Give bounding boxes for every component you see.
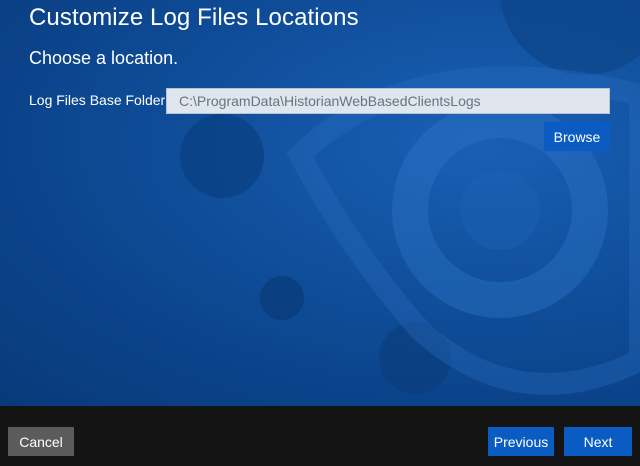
bg-eye-pupil — [460, 170, 540, 250]
log-base-folder-label: Log Files Base Folder: — [29, 92, 170, 108]
installer-window: Customize Log Files Locations Choose a l… — [0, 0, 640, 466]
content-panel: Customize Log Files Locations Choose a l… — [0, 0, 640, 406]
page-title: Customize Log Files Locations — [29, 4, 359, 31]
bg-circle-small — [260, 276, 304, 320]
next-button[interactable]: Next — [564, 427, 632, 456]
footer-bar: Cancel Previous Next — [0, 406, 640, 466]
bg-circle-mid — [180, 114, 264, 198]
log-base-folder-input[interactable] — [166, 88, 610, 114]
cancel-button[interactable]: Cancel — [8, 427, 74, 456]
previous-button[interactable]: Previous — [488, 427, 554, 456]
bg-circle-top-right — [500, 0, 640, 75]
page-subtitle: Choose a location. — [29, 48, 179, 68]
browse-button[interactable]: Browse — [544, 122, 610, 151]
